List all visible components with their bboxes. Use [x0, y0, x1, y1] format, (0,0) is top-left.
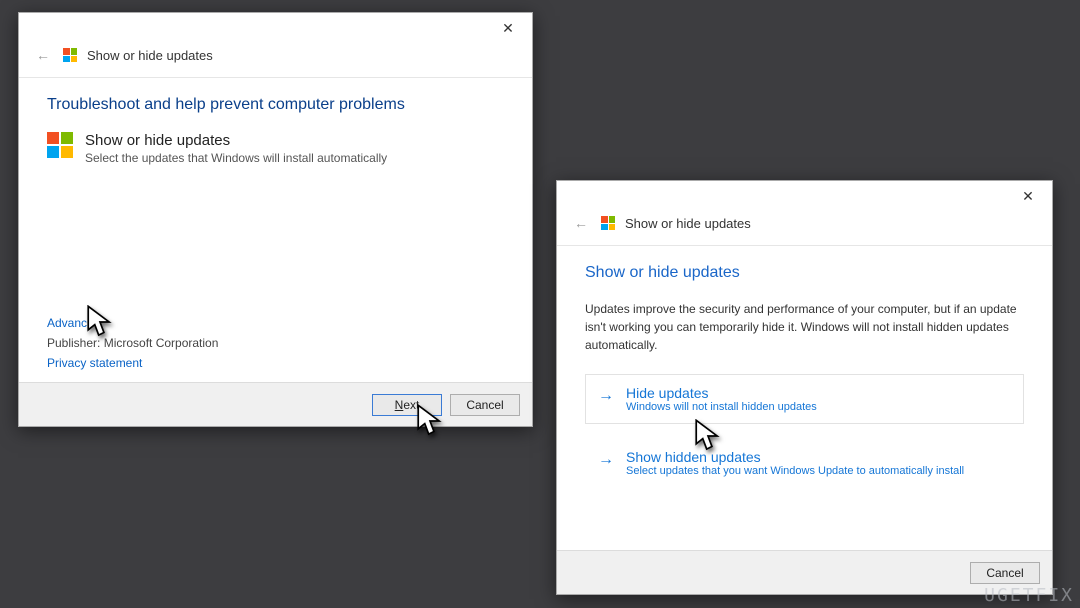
watermark: UGETFIX [984, 585, 1074, 606]
arrow-right-icon: → [598, 451, 614, 469]
option-title: Hide updates [626, 385, 1009, 401]
microsoft-logo-icon [63, 48, 77, 62]
privacy-link[interactable]: Privacy statement [47, 356, 218, 370]
cancel-button[interactable]: Cancel [450, 394, 520, 416]
next-suffix: ext [403, 398, 419, 412]
publisher-label: Publisher: Microsoft Corporation [47, 336, 218, 350]
troubleshooter-window-2: ✕ ← Show or hide updates Show or hide up… [556, 180, 1053, 595]
next-accelerator: N [395, 398, 404, 412]
cancel-button[interactable]: Cancel [970, 562, 1040, 584]
links-block: Advanced Publisher: Microsoft Corporatio… [47, 316, 218, 370]
page-title: Troubleshoot and help prevent computer p… [47, 96, 504, 114]
description-text: Updates improve the security and perform… [585, 300, 1024, 354]
option-hide-updates[interactable]: → Hide updates Windows will not install … [585, 374, 1024, 424]
back-arrow-icon[interactable]: ← [33, 47, 53, 63]
header-title: Show or hide updates [625, 216, 751, 231]
troubleshooter-window-1: ✕ ← Show or hide updates Troubleshoot an… [18, 12, 533, 427]
next-button[interactable]: Next [372, 394, 442, 416]
intro-title: Show or hide updates [85, 132, 387, 149]
option-show-hidden-updates[interactable]: → Show hidden updates Select updates tha… [585, 438, 1024, 488]
option-title: Show hidden updates [626, 449, 1009, 465]
window-body: Show or hide updates Updates improve the… [557, 246, 1052, 550]
page-title: Show or hide updates [585, 264, 1024, 282]
back-arrow-icon[interactable]: ← [571, 215, 591, 231]
option-subtitle: Windows will not install hidden updates [626, 401, 1009, 413]
window-header: ← Show or hide updates [557, 211, 1052, 246]
option-subtitle: Select updates that you want Windows Upd… [626, 465, 1009, 477]
close-button[interactable]: ✕ [492, 16, 524, 40]
window-footer: Next Cancel [19, 382, 532, 426]
microsoft-logo-icon [601, 216, 615, 230]
window-body: Troubleshoot and help prevent computer p… [19, 78, 532, 382]
arrow-right-icon: → [598, 387, 614, 405]
intro-row: Show or hide updates Select the updates … [47, 132, 504, 165]
window-footer: Cancel [557, 550, 1052, 594]
microsoft-logo-icon [47, 132, 73, 158]
close-button[interactable]: ✕ [1012, 184, 1044, 208]
intro-subtitle: Select the updates that Windows will ins… [85, 151, 387, 165]
header-title: Show or hide updates [87, 48, 213, 63]
close-icon: ✕ [1022, 188, 1034, 205]
advanced-link[interactable]: Advanced [47, 316, 218, 330]
titlebar: ✕ [557, 181, 1052, 211]
close-icon: ✕ [502, 20, 514, 37]
titlebar: ✕ [19, 13, 532, 43]
window-header: ← Show or hide updates [19, 43, 532, 78]
